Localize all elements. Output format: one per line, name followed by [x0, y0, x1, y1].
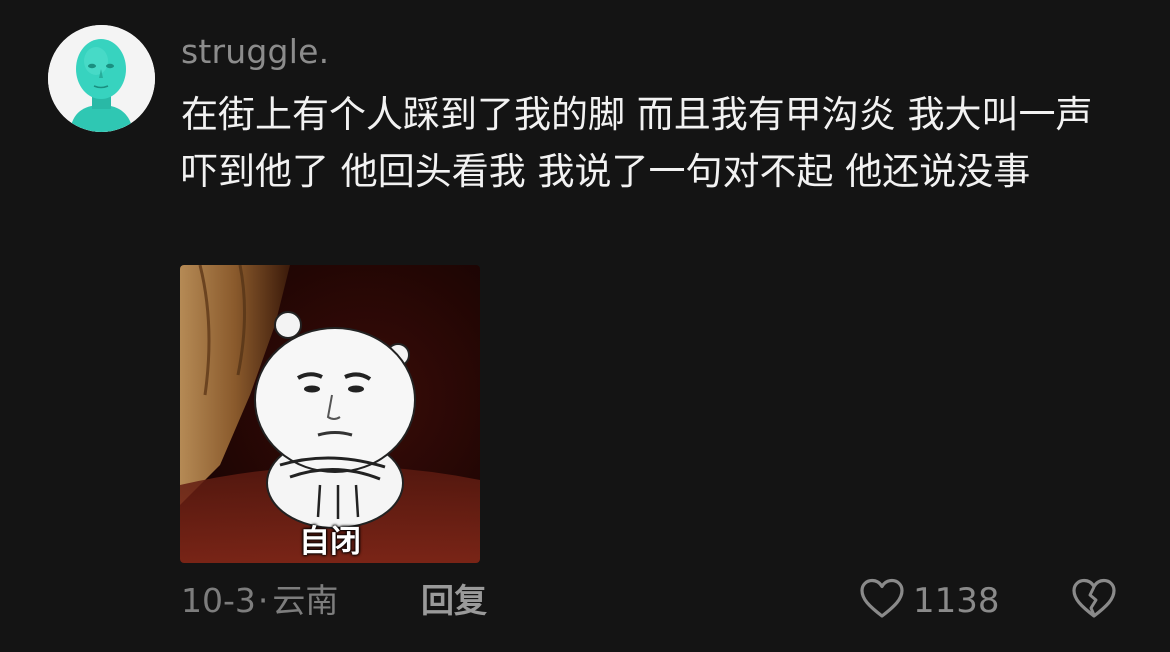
comment-item: struggle. 在街上有个人踩到了我的脚 而且我有甲沟炎 我大叫一声 吓到他…: [0, 0, 1170, 652]
dislike-button[interactable]: [1070, 578, 1118, 624]
comment-location: 云南: [272, 581, 339, 620]
comment-text: 在街上有个人踩到了我的脚 而且我有甲沟炎 我大叫一声 吓到他了 他回头看我 我说…: [181, 93, 1093, 193]
heart-outline-icon: [859, 578, 905, 624]
avatar-image: [48, 25, 155, 132]
username[interactable]: struggle.: [181, 30, 329, 74]
like-count: 1138: [913, 581, 1000, 621]
sticker-caption: 自闭: [299, 524, 361, 560]
broken-heart-icon: [1071, 578, 1117, 624]
reply-button[interactable]: 回复: [421, 578, 487, 624]
comment-date: 10-3: [181, 581, 256, 620]
avatar[interactable]: [48, 25, 155, 132]
like-button[interactable]: 1138: [859, 578, 1000, 624]
meta-separator: ·: [257, 581, 269, 620]
comment-meta: 10-3· 云南: [181, 578, 338, 624]
sticker-image[interactable]: 自闭: [180, 265, 480, 563]
